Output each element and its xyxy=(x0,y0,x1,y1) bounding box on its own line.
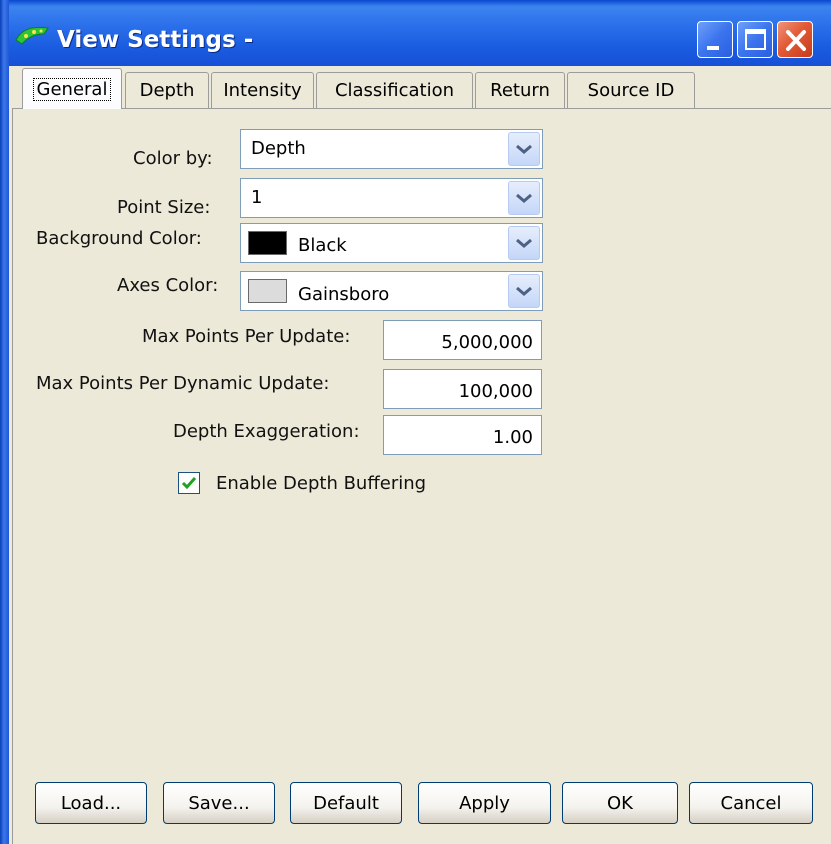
tab-label: General xyxy=(32,77,112,101)
tab-label: Intensity xyxy=(223,80,302,101)
view-settings-window: View Settings - General Depth Intensity … xyxy=(0,0,831,844)
axes-color-label: Axes Color: xyxy=(117,275,219,296)
button-label: Apply xyxy=(459,792,510,814)
close-icon xyxy=(786,30,806,51)
app-icon xyxy=(14,22,52,48)
minimize-button[interactable] xyxy=(697,21,733,58)
background-color-value: Black xyxy=(298,235,347,256)
title-bar[interactable]: View Settings - xyxy=(0,0,831,66)
chevron-down-icon[interactable] xyxy=(508,274,540,308)
save-button[interactable]: Save... xyxy=(163,782,275,824)
chevron-down-icon[interactable] xyxy=(508,226,540,260)
maximize-icon xyxy=(745,29,766,50)
axes-color-value: Gainsboro xyxy=(298,284,390,305)
tab-return[interactable]: Return xyxy=(475,72,565,108)
tab-classification[interactable]: Classification xyxy=(316,72,473,108)
window-left-border xyxy=(0,0,9,844)
max-points-per-dynamic-update-value: 100,000 xyxy=(458,381,533,402)
chevron-down-icon[interactable] xyxy=(508,132,540,166)
maximize-button[interactable] xyxy=(737,21,773,58)
max-points-per-update-input[interactable]: 5,000,000 xyxy=(383,320,542,360)
button-label: Cancel xyxy=(720,792,782,814)
button-label: Save... xyxy=(188,792,250,814)
apply-button[interactable]: Apply xyxy=(418,782,551,824)
cancel-button[interactable]: Cancel xyxy=(689,782,813,824)
default-button[interactable]: Default xyxy=(290,782,402,824)
enable-depth-buffering-checkbox[interactable] xyxy=(178,472,200,494)
ok-button[interactable]: OK xyxy=(562,782,678,824)
button-label: Load... xyxy=(60,792,122,814)
button-label: OK xyxy=(607,792,633,814)
tab-intensity[interactable]: Intensity xyxy=(211,72,314,108)
tab-general[interactable]: General xyxy=(22,68,122,109)
tab-source-id[interactable]: Source ID xyxy=(567,72,695,108)
button-label: Default xyxy=(313,792,379,814)
tab-label: Classification xyxy=(334,80,455,101)
point-size-label: Point Size: xyxy=(117,197,211,218)
background-color-label: Background Color: xyxy=(36,228,202,249)
max-points-per-dynamic-update-input[interactable]: 100,000 xyxy=(383,369,542,409)
max-points-per-update-label: Max Points Per Update: xyxy=(142,326,351,347)
tab-label: Depth xyxy=(139,80,195,101)
load-button[interactable]: Load... xyxy=(35,782,147,824)
point-size-value: 1 xyxy=(251,187,263,208)
color-by-label: Color by: xyxy=(133,148,213,169)
color-by-value: Depth xyxy=(251,138,306,159)
depth-exaggeration-value: 1.00 xyxy=(492,427,533,448)
tab-depth[interactable]: Depth xyxy=(125,72,209,108)
window-title: View Settings - xyxy=(57,27,254,53)
enable-depth-buffering-label[interactable]: Enable Depth Buffering xyxy=(216,473,426,494)
color-swatch xyxy=(248,231,287,255)
max-points-per-update-value: 5,000,000 xyxy=(441,332,533,353)
tab-label: Return xyxy=(490,80,550,101)
point-size-dropdown[interactable]: 1 xyxy=(240,178,543,218)
depth-exaggeration-label: Depth Exaggeration: xyxy=(173,421,360,442)
max-points-per-dynamic-update-label: Max Points Per Dynamic Update: xyxy=(36,373,330,394)
chevron-down-icon[interactable] xyxy=(508,181,540,215)
tab-label: Source ID xyxy=(587,80,675,101)
axes-color-dropdown[interactable]: Gainsboro xyxy=(240,271,543,311)
close-button[interactable] xyxy=(777,21,813,58)
checkmark-icon xyxy=(181,477,197,490)
minimize-icon xyxy=(707,46,719,50)
background-color-dropdown[interactable]: Black xyxy=(240,223,543,263)
color-by-dropdown[interactable]: Depth xyxy=(240,129,543,169)
color-swatch xyxy=(248,279,287,303)
depth-exaggeration-input[interactable]: 1.00 xyxy=(383,415,542,455)
